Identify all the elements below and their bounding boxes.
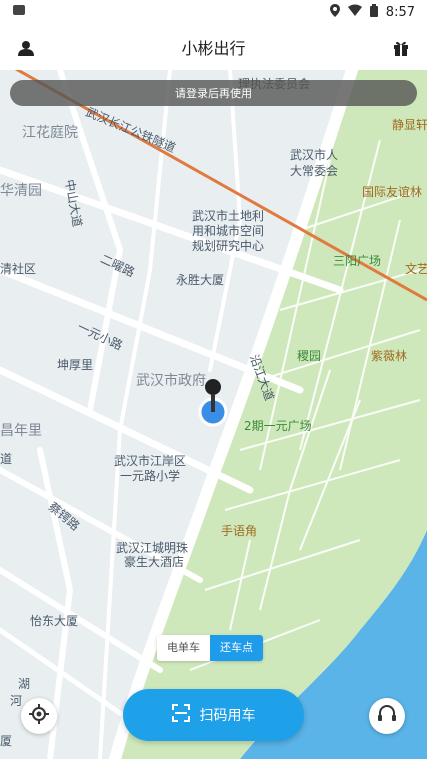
map-label: 清社区 <box>0 262 37 276</box>
sim-card-icon <box>12 4 26 20</box>
map-label: 华清园 <box>0 183 42 199</box>
map-label: 文艺 <box>405 262 427 276</box>
app-bar: 小彬出行 <box>0 24 427 70</box>
map-label: 永胜大厦 <box>176 273 225 287</box>
clock-time: 8:57 <box>385 4 415 20</box>
locate-button[interactable] <box>21 698 57 734</box>
map-label: 厦 <box>0 734 13 748</box>
login-notice-banner: 请登录后再使用 <box>10 80 417 106</box>
tab-return-point[interactable]: 还车点 <box>210 635 263 661</box>
status-bar: 8:57 <box>0 0 427 24</box>
customer-service-button[interactable] <box>369 698 405 734</box>
scan-to-ride-button[interactable]: 扫码用车 <box>123 689 304 741</box>
map-label: 武汉市政府 <box>136 373 206 389</box>
app-title: 小彬出行 <box>181 39 246 58</box>
map-label: 豪生大酒店 <box>124 555 185 569</box>
scan-icon <box>171 704 190 726</box>
map-label: 湖 <box>18 677 31 691</box>
map-label: 2期一元广场 <box>244 419 312 433</box>
map-label: 坤厚里 <box>57 358 94 372</box>
user-icon[interactable] <box>12 34 40 62</box>
map-label: 大常委会 <box>290 164 339 178</box>
map-label: 河 <box>10 694 23 708</box>
gift-icon[interactable] <box>387 34 415 62</box>
map-label: 道 <box>0 452 13 466</box>
map-label: 国际友谊林 <box>362 185 423 199</box>
map-label: 手语角 <box>221 524 258 538</box>
locate-icon <box>29 704 49 728</box>
map-label: 紫薇林 <box>371 349 408 363</box>
vehicle-type-toggle: 电单车 还车点 <box>157 635 263 661</box>
battery-icon <box>369 3 378 21</box>
map-label: 武汉市人 <box>290 148 339 162</box>
map-label: 一元路小学 <box>120 469 181 483</box>
headset-icon <box>377 704 397 728</box>
map-label: 江花庭院 <box>22 125 78 141</box>
wifi-icon <box>347 4 362 20</box>
map-label: 规划研究中心 <box>192 239 265 253</box>
location-pin-icon <box>329 3 340 21</box>
map-label: 静显轩 <box>392 118 427 132</box>
scan-label: 扫码用车 <box>199 708 256 724</box>
tab-e-bike[interactable]: 电单车 <box>157 635 210 661</box>
map-label: 怡东大厦 <box>30 614 79 628</box>
map-label: 稷园 <box>297 349 322 363</box>
map-label: 三阳广场 <box>333 254 382 268</box>
map-label: 昌年里 <box>0 423 42 439</box>
